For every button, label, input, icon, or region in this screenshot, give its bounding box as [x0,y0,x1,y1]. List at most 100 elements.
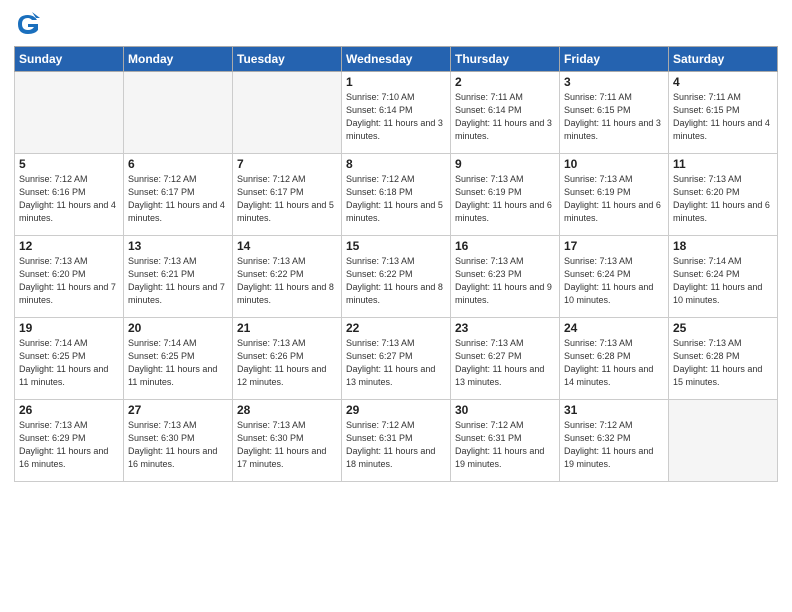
calendar-cell: 7 Sunrise: 7:12 AM Sunset: 6:17 PM Daylig… [233,154,342,236]
day-number: 30 [455,403,555,417]
day-number: 29 [346,403,446,417]
day-number: 19 [19,321,119,335]
day-info: Sunrise: 7:12 AM Sunset: 6:18 PM Dayligh… [346,173,446,225]
calendar-cell: 25 Sunrise: 7:13 AM Sunset: 6:28 PM Dayli… [669,318,778,400]
day-number: 27 [128,403,228,417]
day-number: 18 [673,239,773,253]
day-number: 7 [237,157,337,171]
day-number: 26 [19,403,119,417]
week-row-3: 19 Sunrise: 7:14 AM Sunset: 6:25 PM Dayli… [15,318,778,400]
day-number: 22 [346,321,446,335]
day-info: Sunrise: 7:13 AM Sunset: 6:22 PM Dayligh… [237,255,337,307]
day-info: Sunrise: 7:13 AM Sunset: 6:20 PM Dayligh… [673,173,773,225]
calendar-cell: 27 Sunrise: 7:13 AM Sunset: 6:30 PM Dayli… [124,400,233,482]
day-info: Sunrise: 7:12 AM Sunset: 6:16 PM Dayligh… [19,173,119,225]
day-number: 1 [346,75,446,89]
day-number: 14 [237,239,337,253]
day-info: Sunrise: 7:14 AM Sunset: 6:25 PM Dayligh… [128,337,228,389]
day-info: Sunrise: 7:13 AM Sunset: 6:26 PM Dayligh… [237,337,337,389]
day-number: 17 [564,239,664,253]
day-number: 9 [455,157,555,171]
calendar-cell: 10 Sunrise: 7:13 AM Sunset: 6:19 PM Dayli… [560,154,669,236]
week-row-0: 1 Sunrise: 7:10 AM Sunset: 6:14 PM Daylig… [15,72,778,154]
calendar-cell: 24Sunrise: 7:13 AM Sunset: 6:28 PM Dayli… [560,318,669,400]
day-info: Sunrise: 7:13 AM Sunset: 6:28 PM Dayligh… [673,337,773,389]
day-number: 10 [564,157,664,171]
calendar-header-row: SundayMondayTuesdayWednesdayThursdayFrid… [15,47,778,72]
day-of-week-friday: Friday [560,47,669,72]
day-number: 23 [455,321,555,335]
day-number: 16 [455,239,555,253]
day-info: Sunrise: 7:10 AM Sunset: 6:14 PM Dayligh… [346,91,446,143]
logo-icon [14,10,42,38]
day-info: Sunrise: 7:13 AM Sunset: 6:19 PM Dayligh… [564,173,664,225]
day-number: 3 [564,75,664,89]
day-number: 11 [673,157,773,171]
calendar-cell: 8 Sunrise: 7:12 AM Sunset: 6:18 PM Daylig… [342,154,451,236]
day-number: 6 [128,157,228,171]
calendar-cell: 14 Sunrise: 7:13 AM Sunset: 6:22 PM Dayli… [233,236,342,318]
calendar-cell: 28 Sunrise: 7:13 AM Sunset: 6:30 PM Dayli… [233,400,342,482]
day-info: Sunrise: 7:12 AM Sunset: 6:17 PM Dayligh… [237,173,337,225]
day-info: Sunrise: 7:13 AM Sunset: 6:24 PM Dayligh… [564,255,664,307]
calendar-cell [124,72,233,154]
calendar-cell: 19Sunrise: 7:14 AM Sunset: 6:25 PM Dayli… [15,318,124,400]
page-container: SundayMondayTuesdayWednesdayThursdayFrid… [0,0,792,612]
calendar-cell [233,72,342,154]
calendar-cell: 2 Sunrise: 7:11 AM Sunset: 6:14 PM Daylig… [451,72,560,154]
calendar-cell: 17 Sunrise: 7:13 AM Sunset: 6:24 PM Dayli… [560,236,669,318]
day-of-week-monday: Monday [124,47,233,72]
day-info: Sunrise: 7:12 AM Sunset: 6:31 PM Dayligh… [346,419,446,471]
calendar-cell: 13Sunrise: 7:13 AM Sunset: 6:21 PM Dayli… [124,236,233,318]
calendar-cell: 6 Sunrise: 7:12 AM Sunset: 6:17 PM Daylig… [124,154,233,236]
calendar-cell: 1 Sunrise: 7:10 AM Sunset: 6:14 PM Daylig… [342,72,451,154]
calendar-cell [669,400,778,482]
calendar-cell: 22 Sunrise: 7:13 AM Sunset: 6:27 PM Dayli… [342,318,451,400]
day-number: 28 [237,403,337,417]
day-info: Sunrise: 7:11 AM Sunset: 6:14 PM Dayligh… [455,91,555,143]
day-of-week-tuesday: Tuesday [233,47,342,72]
day-info: Sunrise: 7:13 AM Sunset: 6:30 PM Dayligh… [237,419,337,471]
calendar-cell: 11 Sunrise: 7:13 AM Sunset: 6:20 PM Dayli… [669,154,778,236]
calendar-cell: 20Sunrise: 7:14 AM Sunset: 6:25 PM Dayli… [124,318,233,400]
day-of-week-sunday: Sunday [15,47,124,72]
header [14,10,778,38]
logo [14,10,46,38]
day-info: Sunrise: 7:13 AM Sunset: 6:27 PM Dayligh… [455,337,555,389]
day-info: Sunrise: 7:13 AM Sunset: 6:22 PM Dayligh… [346,255,446,307]
day-info: Sunrise: 7:11 AM Sunset: 6:15 PM Dayligh… [673,91,773,143]
day-number: 5 [19,157,119,171]
calendar-cell: 15Sunrise: 7:13 AM Sunset: 6:22 PM Dayli… [342,236,451,318]
day-info: Sunrise: 7:12 AM Sunset: 6:31 PM Dayligh… [455,419,555,471]
calendar-cell [15,72,124,154]
day-number: 8 [346,157,446,171]
calendar-cell: 9 Sunrise: 7:13 AM Sunset: 6:19 PM Daylig… [451,154,560,236]
day-number: 25 [673,321,773,335]
day-info: Sunrise: 7:13 AM Sunset: 6:21 PM Dayligh… [128,255,228,307]
calendar-cell: 23 Sunrise: 7:13 AM Sunset: 6:27 PM Dayli… [451,318,560,400]
calendar-cell: 30 Sunrise: 7:12 AM Sunset: 6:31 PM Dayli… [451,400,560,482]
day-info: Sunrise: 7:13 AM Sunset: 6:19 PM Dayligh… [455,173,555,225]
calendar-cell: 4Sunrise: 7:11 AM Sunset: 6:15 PM Daylig… [669,72,778,154]
calendar-cell: 31Sunrise: 7:12 AM Sunset: 6:32 PM Dayli… [560,400,669,482]
day-info: Sunrise: 7:13 AM Sunset: 6:30 PM Dayligh… [128,419,228,471]
calendar-cell: 3 Sunrise: 7:11 AM Sunset: 6:15 PM Daylig… [560,72,669,154]
day-info: Sunrise: 7:13 AM Sunset: 6:28 PM Dayligh… [564,337,664,389]
calendar-cell: 18 Sunrise: 7:14 AM Sunset: 6:24 PM Dayli… [669,236,778,318]
day-info: Sunrise: 7:12 AM Sunset: 6:17 PM Dayligh… [128,173,228,225]
day-info: Sunrise: 7:12 AM Sunset: 6:32 PM Dayligh… [564,419,664,471]
day-info: Sunrise: 7:13 AM Sunset: 6:23 PM Dayligh… [455,255,555,307]
day-number: 21 [237,321,337,335]
calendar-cell: 21 Sunrise: 7:13 AM Sunset: 6:26 PM Dayli… [233,318,342,400]
day-info: Sunrise: 7:13 AM Sunset: 6:29 PM Dayligh… [19,419,119,471]
day-info: Sunrise: 7:11 AM Sunset: 6:15 PM Dayligh… [564,91,664,143]
day-number: 2 [455,75,555,89]
day-info: Sunrise: 7:14 AM Sunset: 6:24 PM Dayligh… [673,255,773,307]
day-of-week-saturday: Saturday [669,47,778,72]
day-info: Sunrise: 7:13 AM Sunset: 6:27 PM Dayligh… [346,337,446,389]
day-of-week-thursday: Thursday [451,47,560,72]
calendar-cell: 26 Sunrise: 7:13 AM Sunset: 6:29 PM Dayli… [15,400,124,482]
week-row-1: 5 Sunrise: 7:12 AM Sunset: 6:16 PM Daylig… [15,154,778,236]
day-of-week-wednesday: Wednesday [342,47,451,72]
calendar-cell: 12Sunrise: 7:13 AM Sunset: 6:20 PM Dayli… [15,236,124,318]
